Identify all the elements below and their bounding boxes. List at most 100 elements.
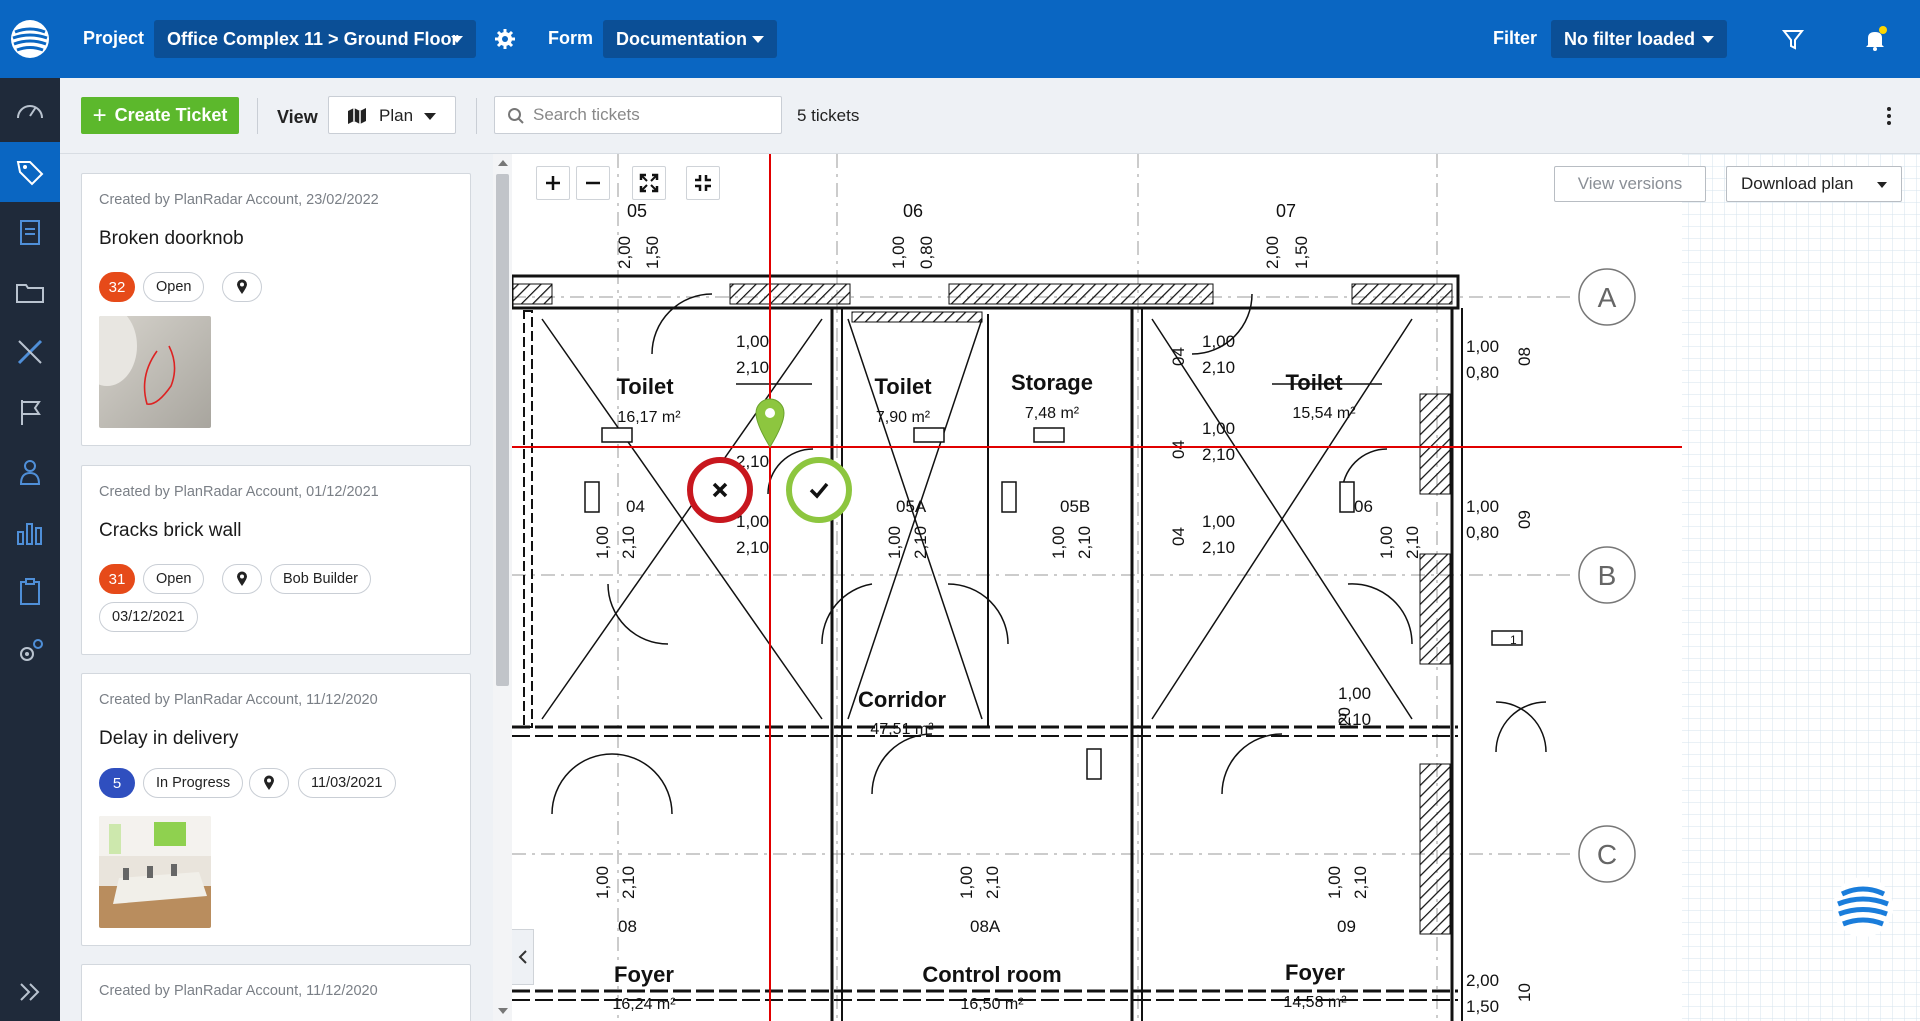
chevron-down-icon bbox=[1877, 182, 1887, 188]
room-name: Foyer bbox=[1285, 960, 1345, 985]
fit-to-screen-button[interactable] bbox=[632, 166, 666, 200]
dimension-label: 2,10 bbox=[1351, 866, 1370, 899]
ticket-number-badge: 31 bbox=[99, 564, 135, 594]
scroll-down-arrow[interactable] bbox=[498, 1008, 508, 1014]
left-navigation-rail bbox=[0, 0, 60, 1021]
dimension-label: 2,00 bbox=[1466, 971, 1499, 990]
dimension-label: 04 bbox=[1169, 347, 1188, 366]
settings-gear-icon[interactable] bbox=[492, 26, 518, 52]
location-badge[interactable] bbox=[249, 768, 289, 798]
zoom-out-button[interactable] bbox=[576, 166, 610, 200]
sidebar-item-documents[interactable] bbox=[0, 262, 60, 322]
dimension-label: 1,00 bbox=[1377, 526, 1396, 559]
bar-chart-icon bbox=[17, 523, 42, 545]
sidebar-item-settings[interactable] bbox=[0, 622, 60, 682]
dimension-label: 2,10 bbox=[619, 866, 638, 899]
dimension-label: 1,00 bbox=[1466, 337, 1499, 356]
door-code: 09 bbox=[1337, 917, 1356, 936]
ticket-list: Created by PlanRadar Account, 23/02/2022… bbox=[60, 154, 512, 1021]
sidebar-item-milestones[interactable] bbox=[0, 382, 60, 442]
room-area: 47,51 m² bbox=[870, 721, 934, 738]
dimension-label: 10 bbox=[1515, 983, 1534, 1002]
room-area: 16,50 m² bbox=[960, 996, 1024, 1013]
scroll-up-arrow[interactable] bbox=[498, 160, 508, 166]
door-code: 08 bbox=[618, 917, 637, 936]
create-ticket-button[interactable]: + Create Ticket bbox=[81, 97, 239, 134]
ticket-card[interactable]: Created by PlanRadar Account, 23/02/2022… bbox=[81, 173, 471, 446]
sidebar-item-reports[interactable] bbox=[0, 202, 60, 262]
collapse-view-button[interactable] bbox=[686, 166, 720, 200]
dimension-label: 04 bbox=[1169, 440, 1188, 459]
filter-dropdown-value: No filter loaded bbox=[1564, 29, 1696, 49]
filter-dropdown[interactable]: No filter loaded bbox=[1551, 20, 1727, 58]
tag-icon bbox=[16, 161, 44, 186]
ticket-photo[interactable] bbox=[99, 316, 211, 428]
download-plan-label: Download plan bbox=[1741, 174, 1854, 193]
search-input[interactable] bbox=[533, 97, 773, 133]
compress-icon bbox=[695, 175, 711, 191]
plus-icon bbox=[546, 176, 560, 190]
dimension-label: 2,10 bbox=[736, 358, 769, 377]
gears-icon bbox=[20, 639, 43, 661]
location-badge[interactable] bbox=[222, 272, 262, 302]
planradar-logo[interactable] bbox=[0, 0, 60, 78]
expand-sidebar-button[interactable] bbox=[0, 962, 60, 1021]
dimension-label: 1,00 bbox=[889, 236, 908, 269]
sidebar-item-tickets[interactable] bbox=[0, 142, 60, 202]
map-icon bbox=[348, 108, 366, 124]
room-area: 7,48 m² bbox=[1025, 405, 1080, 422]
plan-viewer[interactable]: A B C 05 06 07 2,00 1,50 1,00 0,80 2,00 … bbox=[512, 154, 1920, 1021]
stair-label: 1 bbox=[1510, 633, 1517, 647]
ticket-card[interactable]: Created by PlanRadar Account, 01/12/2021… bbox=[81, 465, 471, 655]
grid-label-b: B bbox=[1598, 560, 1617, 591]
sidebar-item-dashboard[interactable] bbox=[0, 82, 60, 142]
ticket-card[interactable]: Created by PlanRadar Account, 11/12/2020 bbox=[81, 964, 471, 1021]
scroll-thumb[interactable] bbox=[496, 174, 509, 686]
dimension-label: 1,50 bbox=[1292, 236, 1311, 269]
collapse-list-button[interactable] bbox=[512, 929, 534, 985]
expand-icon bbox=[639, 173, 659, 193]
check-icon bbox=[809, 482, 829, 499]
person-icon bbox=[19, 460, 41, 485]
location-pin-icon bbox=[264, 775, 274, 790]
zoom-in-button[interactable] bbox=[536, 166, 570, 200]
dimension-label: 04 bbox=[1169, 527, 1188, 546]
ticket-count: 5 tickets bbox=[797, 106, 860, 125]
dimension-label: 1,00 bbox=[885, 526, 904, 559]
room-name: Control room bbox=[922, 962, 1061, 987]
dimension-label: 1,50 bbox=[1466, 997, 1499, 1016]
funnel-icon[interactable] bbox=[1780, 26, 1806, 52]
door-code: 06 bbox=[1354, 497, 1373, 516]
sidebar-item-plans[interactable] bbox=[0, 322, 60, 382]
dimension-label: 2,00 bbox=[615, 236, 634, 269]
dimension-label: 1,00 bbox=[1202, 512, 1235, 531]
bell-icon[interactable] bbox=[1862, 26, 1888, 52]
toolbar: + Create Ticket View Plan 5 tickets bbox=[60, 78, 1920, 154]
project-dropdown-value: Office Complex 11 > Ground Floor bbox=[167, 29, 459, 49]
ticket-list-scrollbar[interactable] bbox=[493, 154, 512, 1021]
room-name: Toilet bbox=[874, 374, 932, 399]
door-code: 05B bbox=[1060, 497, 1090, 516]
notification-dot bbox=[1879, 26, 1887, 34]
status-badge: Open bbox=[143, 564, 205, 594]
cancel-placement-button[interactable] bbox=[687, 457, 753, 523]
dimension-label: 0,80 bbox=[1466, 523, 1499, 542]
dimension-label: 1,00 bbox=[1202, 332, 1235, 351]
sidebar-item-users[interactable] bbox=[0, 442, 60, 502]
ticket-card[interactable]: Created by PlanRadar Account, 11/12/2020… bbox=[81, 673, 471, 946]
sidebar-item-statistics[interactable] bbox=[0, 502, 60, 562]
download-plan-button[interactable]: Download plan bbox=[1726, 166, 1902, 202]
view-dropdown[interactable]: Plan bbox=[328, 96, 456, 134]
location-badge[interactable] bbox=[222, 564, 262, 594]
sidebar-item-forms[interactable] bbox=[0, 562, 60, 622]
more-options-icon[interactable] bbox=[1879, 102, 1899, 130]
planradar-watermark-icon[interactable] bbox=[1830, 874, 1896, 940]
clipboard-edit-icon bbox=[20, 220, 40, 245]
room-area: 7,90 m² bbox=[876, 409, 931, 426]
view-versions-button[interactable]: View versions bbox=[1554, 166, 1706, 202]
form-dropdown[interactable]: Documentation bbox=[603, 20, 777, 58]
confirm-placement-button[interactable] bbox=[786, 457, 852, 523]
close-icon bbox=[712, 482, 728, 498]
project-dropdown[interactable]: Office Complex 11 > Ground Floor bbox=[154, 20, 476, 58]
ticket-photo[interactable] bbox=[99, 816, 211, 928]
